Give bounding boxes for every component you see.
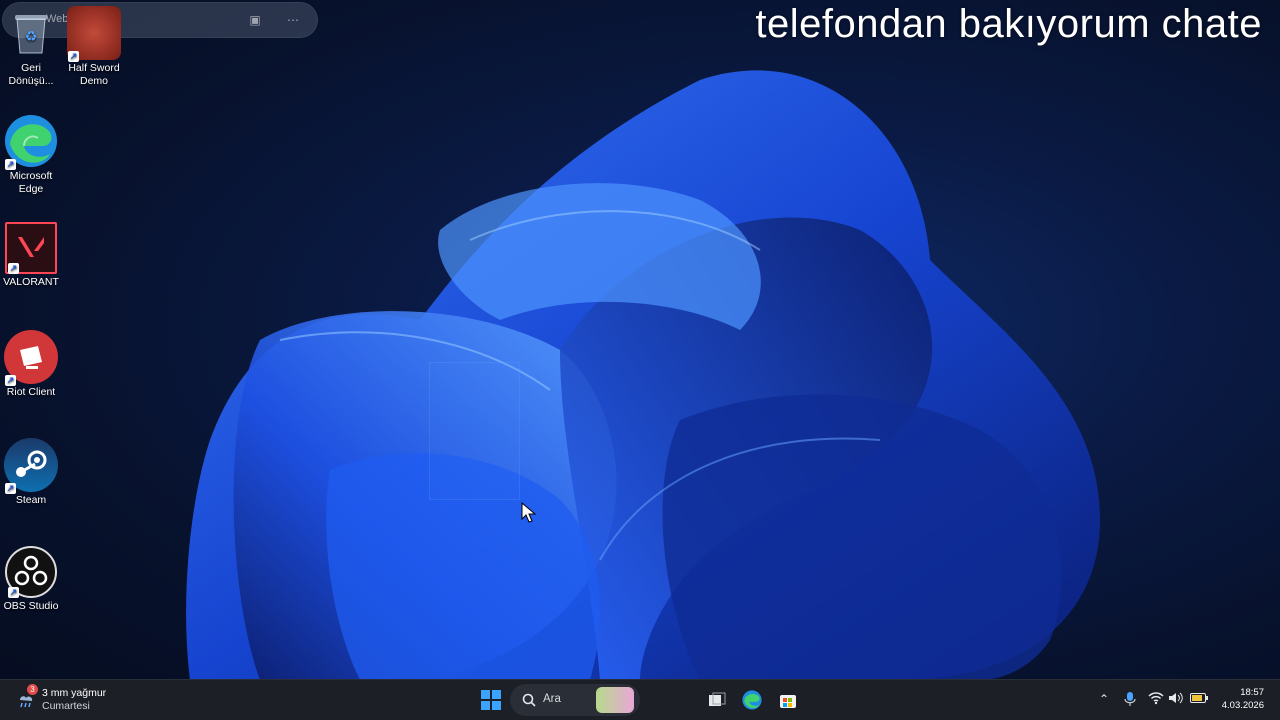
- clock-time: 18:57: [1240, 687, 1264, 698]
- desktop-icon-label: OBS Studio: [3, 600, 59, 612]
- task-view-button[interactable]: [704, 686, 730, 714]
- desktop-icon-recycle-bin[interactable]: ♻ Geri Dönüşü...: [0, 6, 62, 88]
- shortcut-arrow-icon: ↗: [8, 587, 19, 598]
- desktop-icon-riot-client[interactable]: ↗ Riot Client: [0, 330, 62, 399]
- edge-icon: ↗: [4, 114, 58, 170]
- windows-logo-icon: [481, 690, 501, 710]
- visual-search-icon[interactable]: ▣: [246, 11, 264, 29]
- show-hidden-icons-chevron-up-icon[interactable]: ⌃: [1096, 691, 1112, 707]
- desktop-icon-valorant[interactable]: ↗ VALORANT: [0, 222, 62, 289]
- search-icon: [522, 693, 536, 707]
- desktop-selection-rectangle: [429, 362, 520, 500]
- volume-icon[interactable]: [1168, 691, 1184, 707]
- taskbar-edge-button[interactable]: [738, 686, 766, 714]
- weather-alert-badge: 3: [27, 684, 38, 695]
- shortcut-arrow-icon: ↗: [5, 483, 16, 494]
- battery-icon[interactable]: [1190, 691, 1208, 707]
- weather-day: Cumartesi: [42, 700, 90, 712]
- desktop-icon-obs[interactable]: ↗ OBS Studio: [0, 546, 62, 613]
- recycle-bin-icon: ♻: [4, 6, 58, 60]
- mouse-cursor-icon: [521, 502, 537, 523]
- obs-icon: ↗: [5, 546, 57, 598]
- edge-icon: [742, 690, 762, 710]
- shortcut-arrow-icon: ↗: [5, 375, 16, 386]
- desktop-icon-label: VALORANT: [3, 276, 59, 288]
- shortcut-arrow-icon: ↗: [68, 51, 79, 62]
- microsoft-store-icon: [780, 695, 796, 708]
- weather-condition: 3 mm yağmur: [42, 687, 107, 699]
- wifi-icon[interactable]: [1148, 691, 1164, 707]
- taskbar-clock[interactable]: 18:57 4.03.2026: [1222, 686, 1264, 712]
- stream-overlay-text: telefondan bakıyorum chate: [755, 2, 1262, 46]
- taskbar-store-button[interactable]: [774, 686, 802, 714]
- shortcut-arrow-icon: ↗: [5, 159, 16, 170]
- desktop-icon-steam[interactable]: ↗ Steam: [0, 438, 62, 507]
- desktop-icon-half-sword[interactable]: ↗ Half Sword Demo: [63, 6, 125, 88]
- desktop-icon-edge[interactable]: ↗ Microsoft Edge: [0, 114, 62, 196]
- desktop-icon-label: Riot Client: [6, 386, 56, 398]
- shortcut-arrow-icon: ↗: [8, 263, 19, 274]
- microphone-icon[interactable]: [1122, 691, 1138, 707]
- desktop-wallpaper: [186, 70, 1100, 680]
- half-sword-icon: ↗: [67, 6, 121, 62]
- start-button[interactable]: [478, 686, 504, 714]
- riot-client-icon: ↗: [4, 330, 58, 386]
- search-highlight-icon: [596, 687, 634, 713]
- desktop-icon-label: Microsoft Edge: [9, 170, 53, 195]
- clock-date: 4.03.2026: [1221, 700, 1264, 711]
- more-icon[interactable]: ⋯: [284, 11, 302, 29]
- taskbar: 3 3 mm yağmur Cumartesi Ara ⌃ 18:57 4.03…: [0, 679, 1280, 720]
- task-view-icon: [709, 692, 726, 706]
- weather-widget[interactable]: 3 3 mm yağmur Cumartesi: [14, 684, 134, 715]
- taskbar-search-box[interactable]: Ara: [510, 684, 640, 716]
- desktop-icon-label: Steam: [15, 494, 47, 506]
- svg-text:♻: ♻: [25, 28, 38, 44]
- steam-icon: ↗: [4, 438, 58, 494]
- taskbar-search-label: Ara: [543, 693, 561, 705]
- desktop-icon-label: Geri Dönüşü...: [8, 62, 54, 87]
- valorant-icon: ↗: [5, 222, 57, 274]
- desktop-icon-label: Half Sword Demo: [68, 62, 120, 87]
